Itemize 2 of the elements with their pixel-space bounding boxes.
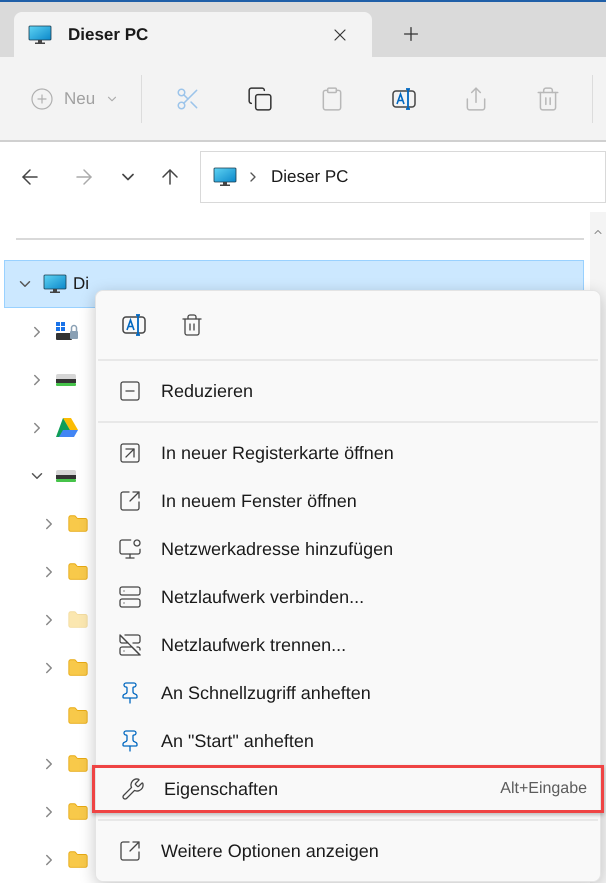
tab-title: Dieser PC (68, 24, 150, 46)
tree-item-label: Di (73, 273, 90, 296)
